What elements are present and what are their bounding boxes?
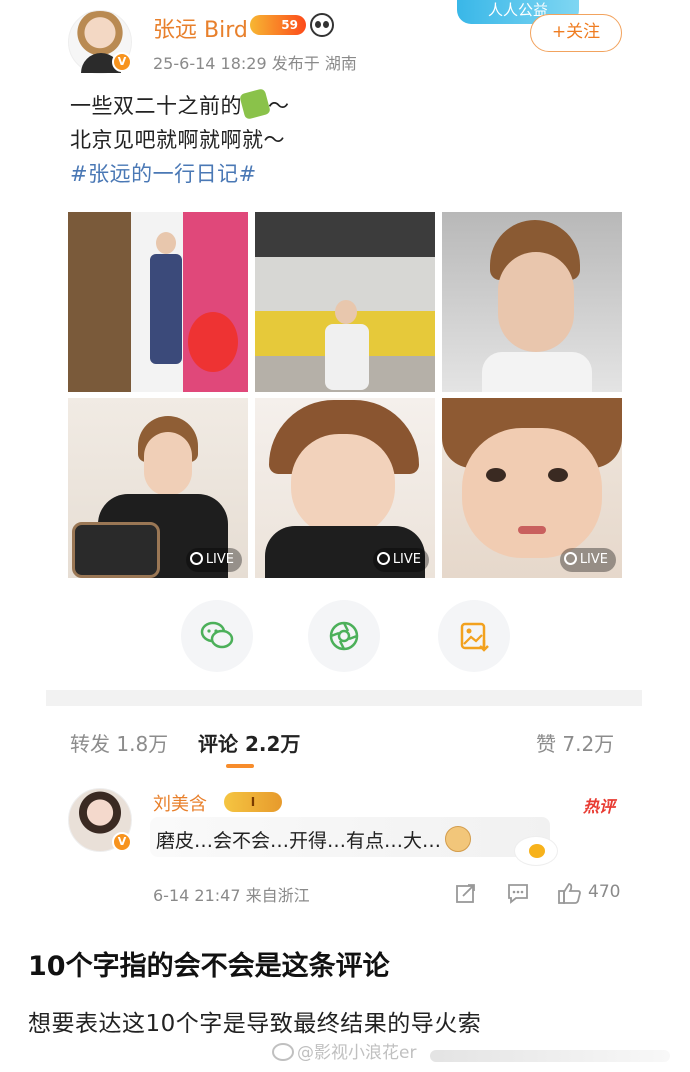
- comment-text: 磨皮…会不会…开得…有点…大…: [156, 826, 472, 853]
- comment-meta: 6-14 21:47 来自浙江: [153, 886, 310, 905]
- hot-comment-tag: 热评: [583, 797, 616, 816]
- photo-6-eye-left: [486, 468, 506, 482]
- live-icon: [563, 552, 577, 565]
- share-moments-button[interactable]: [308, 600, 380, 672]
- active-tab-indicator: [226, 764, 254, 768]
- live-label: LIVE: [579, 552, 608, 567]
- panda-icon: [310, 13, 334, 37]
- live-icon: [376, 552, 390, 565]
- photo-2[interactable]: [255, 212, 435, 392]
- poster-username[interactable]: 张远 Bird: [153, 12, 248, 44]
- photo-1-roses: [188, 312, 238, 372]
- photo-6-face: [462, 428, 602, 558]
- weibo-logo-icon: [272, 1043, 294, 1061]
- wechat-icon: [200, 621, 234, 649]
- live-icon: [189, 552, 203, 565]
- photo-2-figure-head: [335, 300, 357, 324]
- photo-6[interactable]: LIVE: [442, 398, 622, 578]
- post-text-line-1-suffix: ～: [268, 94, 290, 118]
- commenter-verified-icon: V: [112, 832, 132, 852]
- hashtag-link[interactable]: #张远的一行日记#: [70, 158, 257, 188]
- live-label: LIVE: [205, 552, 234, 567]
- photo-6-eye-right: [548, 468, 568, 482]
- doge-emoji-icon: [445, 826, 472, 852]
- photo-1-figure-body: [150, 254, 182, 364]
- watermark-bar: [430, 1050, 670, 1062]
- watermark: @影视小浪花er: [272, 1038, 416, 1063]
- photo-1-figure-head: [156, 232, 176, 254]
- tab-likes[interactable]: 赞 7.2万: [536, 728, 614, 757]
- crown-badge: I: [224, 792, 282, 812]
- photo-5-face: [291, 434, 395, 536]
- save-image-icon: [460, 622, 489, 652]
- live-badge[interactable]: LIVE: [559, 548, 616, 572]
- photo-1[interactable]: [68, 212, 248, 392]
- post-text-line-2: 北京见吧就啊就啊就～: [70, 128, 285, 152]
- photo-2-figure-body: [325, 324, 369, 390]
- tab-comments[interactable]: 评论 2.2万: [198, 728, 300, 757]
- section-divider: [46, 690, 642, 706]
- post-text-line-1-text: 一些双二十之前的: [70, 94, 242, 118]
- save-image-button[interactable]: [438, 600, 510, 672]
- share-icon[interactable]: [455, 882, 477, 904]
- reply-icon[interactable]: [507, 882, 529, 904]
- moments-icon: [329, 621, 359, 651]
- photo-3[interactable]: [442, 212, 622, 392]
- photo-4-face: [144, 432, 192, 496]
- photo-4-phone: [72, 522, 160, 578]
- share-wechat-button[interactable]: [181, 600, 253, 672]
- commenter-name[interactable]: 刘美含: [153, 790, 207, 816]
- comment-text-body: 磨皮…会不会…开得…有点…大…: [156, 830, 442, 852]
- caption-title: 10个字指的会不会是这条评论: [28, 951, 390, 982]
- tab-repost[interactable]: 转发 1.8万: [70, 728, 168, 757]
- photo-5[interactable]: LIVE: [255, 398, 435, 578]
- photo-4[interactable]: LIVE: [68, 398, 248, 578]
- fried-egg-icon: [514, 836, 558, 866]
- post-text-line-1: 一些双二十之前的 ～: [70, 88, 290, 120]
- caption-body: 想要表达这10个字是导致最终结果的导火索: [28, 1011, 482, 1037]
- level-badge: 59: [250, 15, 306, 35]
- like-count: 470: [588, 882, 621, 902]
- puzzle-emoji-icon: [239, 88, 271, 120]
- watermark-text: @影视小浪花er: [297, 1043, 417, 1063]
- photo-3-shirt: [482, 352, 592, 392]
- follow-button[interactable]: +关注: [530, 14, 622, 52]
- verified-badge-icon: V: [112, 52, 132, 72]
- like-icon[interactable]: [558, 882, 582, 904]
- live-badge[interactable]: LIVE: [185, 548, 242, 572]
- post-meta: 25-6-14 18:29 发布于 湖南: [153, 54, 357, 73]
- live-badge[interactable]: LIVE: [372, 548, 429, 572]
- live-label: LIVE: [392, 552, 421, 567]
- photo-6-mouth: [518, 526, 546, 534]
- photo-3-face: [498, 252, 574, 352]
